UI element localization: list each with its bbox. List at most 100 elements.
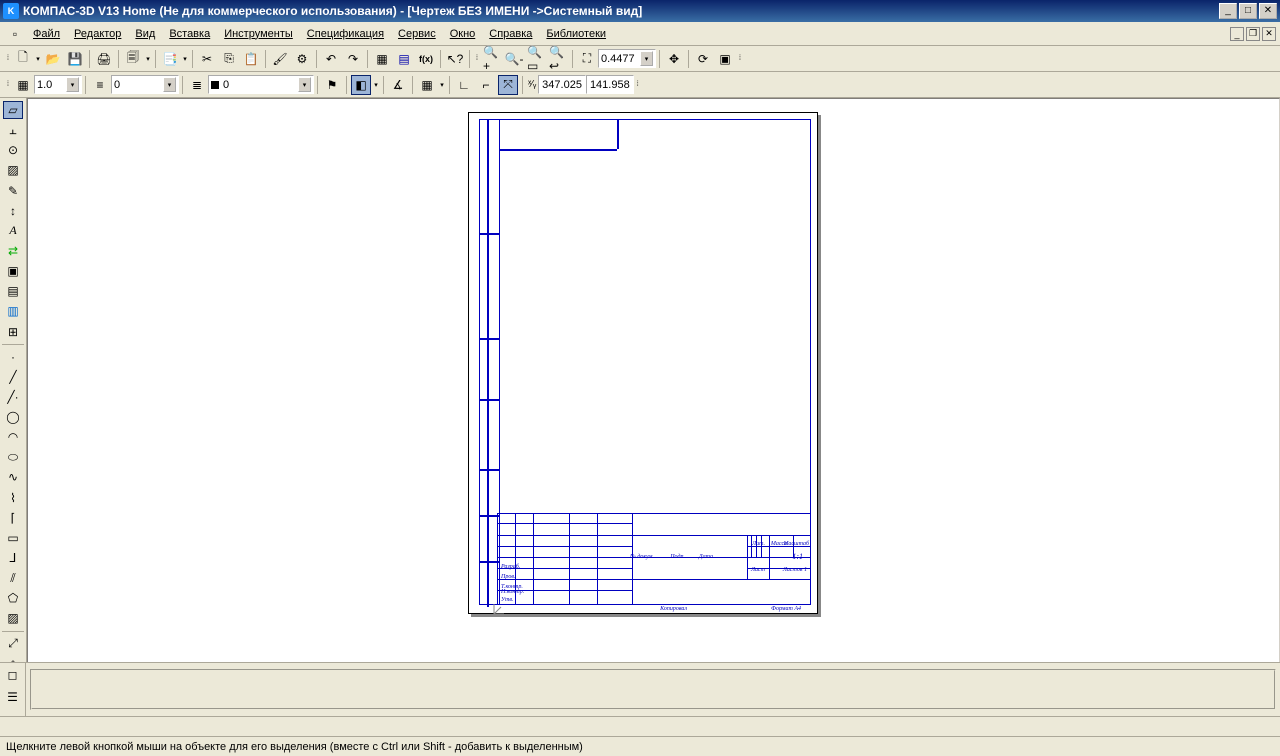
local-cs-button[interactable]: ⤧ [498, 75, 518, 95]
library-mgr-button[interactable]: ▦ [372, 49, 392, 69]
grip-icon[interactable]: ⁞ [736, 49, 744, 69]
reports-panel-button[interactable]: ▥ [3, 302, 23, 320]
spline-tool[interactable]: ∿ [3, 468, 23, 486]
undo-button[interactable]: ↶ [321, 49, 341, 69]
spec-panel-button[interactable]: ▤ [3, 282, 23, 300]
arc-tool[interactable]: ◠ [3, 428, 23, 446]
text-panel-button[interactable]: A [3, 222, 23, 240]
measure-panel-button[interactable]: ⇄ [3, 242, 23, 260]
point-tool[interactable]: · [3, 348, 23, 366]
menu-window[interactable]: Окно [443, 25, 483, 43]
zoom-combo[interactable]: 0.4477▾ [598, 49, 656, 68]
zoom-out-button[interactable]: 🔍- [504, 49, 524, 69]
zoom-in-button[interactable]: 🔍+ [482, 49, 502, 69]
views-panel-button[interactable]: ⊞ [3, 323, 23, 341]
menu-tools[interactable]: Инструменты [217, 25, 300, 43]
open-button[interactable]: 📂 [43, 49, 63, 69]
drawing-canvas[interactable]: № докум. Подп. Дата Разраб. Пров. Т.конт… [27, 98, 1280, 716]
menu-spec[interactable]: Спецификация [300, 25, 391, 43]
hatch-panel-button[interactable]: ▨ [3, 161, 23, 179]
grip-icon[interactable]: ⁞ [4, 49, 12, 69]
eraser-dd[interactable]: ▾ [372, 75, 380, 95]
pp-icon2[interactable]: ☰ [3, 687, 23, 707]
layer-combo[interactable]: 0▾ [208, 75, 314, 94]
grip-icon[interactable]: ⁞ [4, 75, 12, 95]
ellipse-tool[interactable]: ⬭ [3, 448, 23, 466]
angle-button[interactable]: ∡ [388, 75, 408, 95]
zoom-prev-button[interactable]: 🔍↩ [548, 49, 568, 69]
preview-button[interactable]: 🗐 [123, 49, 143, 69]
edit-panel-button[interactable]: ✎ [3, 182, 23, 200]
menu-file[interactable]: Файл [26, 25, 67, 43]
cut-button[interactable]: ✂ [197, 49, 217, 69]
pp-icon1[interactable]: ◻ [3, 665, 23, 685]
dimensions-panel-button[interactable]: ⫠ [3, 121, 23, 139]
close-button[interactable]: ✕ [1259, 3, 1277, 19]
contour-tool[interactable]: ⬠ [3, 589, 23, 607]
grid-dd[interactable]: ▾ [438, 75, 446, 95]
zoom-fit-button[interactable]: ⛶ [577, 49, 597, 69]
coord-y[interactable]: 141.958 [586, 75, 634, 94]
style-combo[interactable]: 0▾ [111, 75, 179, 94]
fx-button[interactable]: f(x) [416, 49, 436, 69]
aux-line-tool[interactable]: ╱· [3, 388, 23, 406]
properties-button[interactable]: ⚙ [292, 49, 312, 69]
coord-x[interactable]: 347.025 [538, 75, 586, 94]
redraw-button[interactable]: ▣ [715, 49, 735, 69]
line-tool[interactable]: ╱ [3, 368, 23, 386]
layer-button[interactable]: ≣ [187, 75, 207, 95]
mdi-minimize-button[interactable]: _ [1230, 27, 1244, 41]
rect-tool[interactable]: ▭ [3, 529, 23, 547]
tb-doc: № докум. [630, 554, 654, 560]
grip-icon[interactable]: ⁞ [634, 75, 642, 95]
copy-button[interactable]: ⎘ [219, 49, 239, 69]
geometry-panel-button[interactable]: ▱ [3, 101, 23, 119]
round-button[interactable]: ⌐ [476, 75, 496, 95]
snap-toggle-button[interactable]: ▦ [13, 75, 33, 95]
new-button[interactable]: 🗋 [13, 49, 33, 69]
pointer-help-button[interactable]: ↖? [445, 49, 465, 69]
menu-insert[interactable]: Вставка [162, 25, 217, 43]
ortho-button[interactable]: ∟ [454, 75, 474, 95]
brush-button[interactable]: 🖌 [270, 49, 290, 69]
bezier-tool[interactable]: ⌇ [3, 489, 23, 507]
redo-button[interactable]: ↷ [343, 49, 363, 69]
select-panel-button[interactable]: ▣ [3, 262, 23, 280]
rebuild-button[interactable]: ⟳ [693, 49, 713, 69]
polyline-tool[interactable]: ⅃ [3, 549, 23, 567]
property-body[interactable] [30, 669, 1276, 710]
vars-button[interactable]: ▤ [394, 49, 414, 69]
filter-button[interactable]: ⚑ [322, 75, 342, 95]
circle-tool[interactable]: ◯ [3, 408, 23, 426]
equidist-tool[interactable]: ⫽ [3, 569, 23, 587]
style-button[interactable]: ≡ [90, 75, 110, 95]
hatch-tool[interactable]: ▨ [3, 609, 23, 627]
symbols-panel-button[interactable]: ⊙ [3, 141, 23, 159]
grid-button[interactable]: ▦ [417, 75, 437, 95]
minimize-button[interactable]: _ [1219, 3, 1237, 19]
new-dropdown[interactable]: ▾ [34, 49, 42, 69]
mdi-close-button[interactable]: ✕ [1262, 27, 1276, 41]
save-button[interactable]: 💾 [65, 49, 85, 69]
step-combo[interactable]: 1.0▾ [34, 75, 82, 94]
doc-manager-button[interactable]: 📑 [160, 49, 180, 69]
mdi-restore-button[interactable]: ❐ [1246, 27, 1260, 41]
grip-icon[interactable]: ⁞ [473, 49, 481, 69]
zoom-window-button[interactable]: 🔍▭ [526, 49, 546, 69]
params-panel-button[interactable]: ↕ [3, 202, 23, 220]
restore-doc-icon[interactable]: ▫ [5, 24, 25, 44]
doc-dropdown[interactable]: ▾ [181, 49, 189, 69]
menu-editor[interactable]: Редактор [67, 25, 128, 43]
menu-service[interactable]: Сервис [391, 25, 443, 43]
preview-dropdown[interactable]: ▾ [144, 49, 152, 69]
maximize-button[interactable]: □ [1239, 3, 1257, 19]
menu-libraries[interactable]: Библиотеки [539, 25, 613, 43]
print-button[interactable]: 🖨 [94, 49, 114, 69]
fillet-tool[interactable]: ⌈ [3, 509, 23, 527]
menu-view[interactable]: Вид [128, 25, 162, 43]
pan-button[interactable]: ✥ [664, 49, 684, 69]
paste-button[interactable]: 📋 [241, 49, 261, 69]
eraser-active-button[interactable]: ◧ [351, 75, 371, 95]
menu-help[interactable]: Справка [482, 25, 539, 43]
ext1-tool[interactable]: ⤢ [3, 634, 23, 652]
